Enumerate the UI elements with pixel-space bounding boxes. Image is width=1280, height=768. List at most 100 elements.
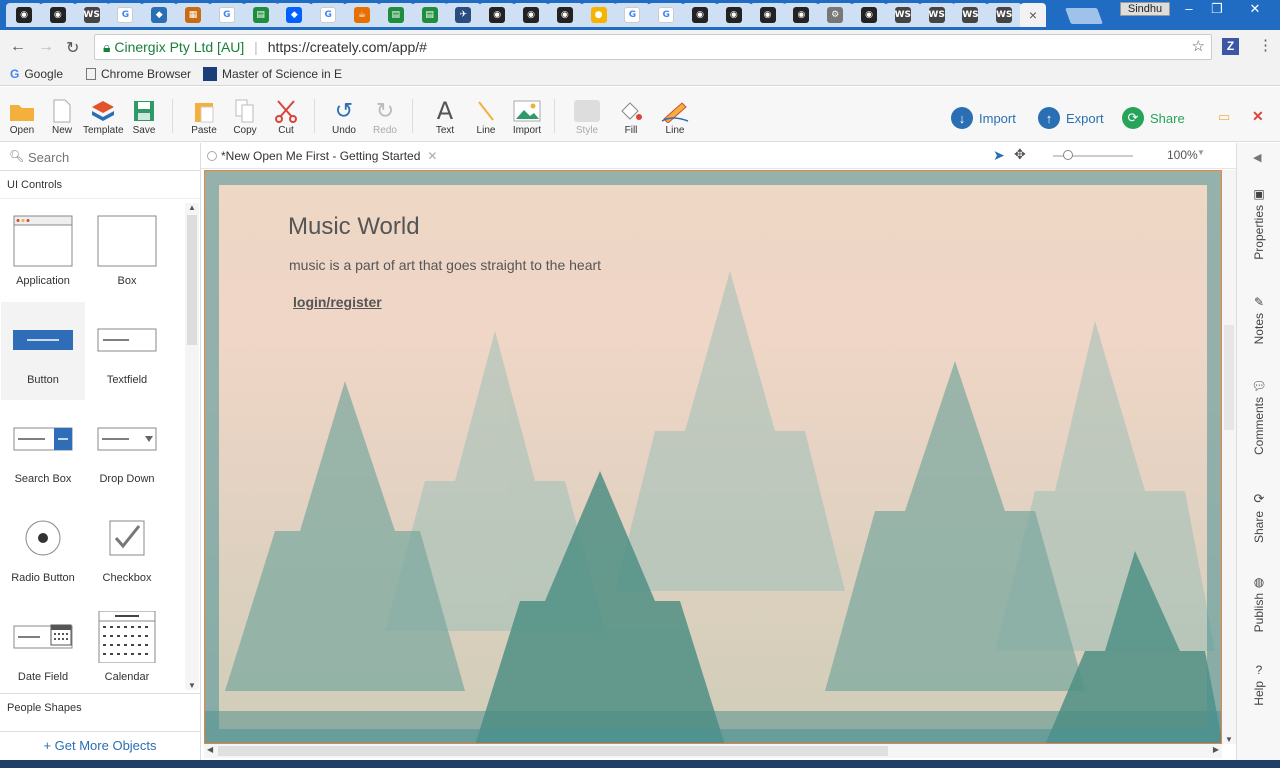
shape-date-field[interactable]: Date Field bbox=[1, 599, 85, 697]
extension-z-icon[interactable]: Z bbox=[1222, 38, 1239, 55]
close-tab-icon[interactable]: ✕ bbox=[427, 149, 437, 163]
browser-tab[interactable]: ⚙ bbox=[817, 3, 854, 27]
shape-box[interactable]: Box bbox=[85, 203, 169, 301]
bookmark-chrome-browser[interactable]: Chrome Browser bbox=[86, 67, 191, 81]
section-people-shapes[interactable]: People Shapes bbox=[0, 693, 200, 721]
browser-tab[interactable]: ◉ bbox=[6, 3, 42, 27]
scroll-right-icon[interactable]: ▶ bbox=[1213, 745, 1219, 754]
browser-tab[interactable]: G bbox=[208, 3, 245, 27]
active-tab-close-icon[interactable]: × bbox=[1020, 3, 1046, 27]
browser-tab[interactable]: WS bbox=[918, 3, 955, 27]
scroll-down-icon[interactable]: ▼ bbox=[1225, 735, 1233, 744]
shape-button[interactable]: Button bbox=[1, 302, 85, 400]
forward-icon[interactable]: → bbox=[38, 38, 54, 56]
line-style-button[interactable]: Line bbox=[655, 97, 695, 136]
bookmark-master-of-science[interactable]: Master of Science in E bbox=[203, 67, 342, 81]
browser-tab[interactable]: G bbox=[614, 3, 651, 27]
browser-tab[interactable]: WS bbox=[73, 3, 110, 27]
browser-tab[interactable]: ✈ bbox=[445, 3, 482, 27]
browser-tab[interactable]: ◉ bbox=[39, 3, 76, 27]
browser-tab[interactable]: ◉ bbox=[749, 3, 786, 27]
shape-drop-down[interactable]: Drop Down bbox=[85, 401, 169, 499]
login-register-link[interactable]: login/register bbox=[293, 294, 382, 310]
redo-button[interactable]: ↻ Redo bbox=[365, 97, 405, 136]
zoom-dropdown-icon[interactable]: ▼ bbox=[1197, 148, 1205, 157]
browser-tab[interactable]: ◉ bbox=[783, 3, 820, 27]
paste-button[interactable]: Paste bbox=[184, 97, 224, 136]
rail-properties[interactable]: ▣ Properties bbox=[1247, 187, 1271, 260]
rail-notes[interactable]: ✎ Notes bbox=[1247, 295, 1271, 344]
browser-tab[interactable]: ◉ bbox=[479, 3, 516, 27]
new-button[interactable]: New bbox=[42, 97, 82, 136]
browser-tab[interactable]: G bbox=[107, 3, 144, 27]
browser-tab[interactable]: ☕︎ bbox=[344, 3, 380, 27]
chrome-menu-icon[interactable]: ⋮ bbox=[1258, 36, 1273, 54]
browser-tab[interactable]: WS bbox=[986, 3, 1023, 27]
restore-icon[interactable]: ▭ bbox=[1218, 109, 1230, 125]
shape-search-input[interactable] bbox=[28, 147, 194, 167]
minimize-button[interactable]: – bbox=[1175, 0, 1203, 18]
get-more-objects-link[interactable]: + Get More Objects bbox=[0, 731, 200, 753]
browser-tab[interactable]: ◉ bbox=[513, 3, 549, 27]
scrollbar-thumb[interactable] bbox=[218, 746, 888, 756]
browser-tab[interactable]: ▤ bbox=[411, 3, 448, 27]
browser-tab[interactable]: G bbox=[310, 3, 347, 27]
export-button[interactable]: ↑ Export bbox=[1038, 107, 1104, 129]
import-image-button[interactable]: Import bbox=[507, 97, 547, 136]
shape-panel-scrollbar[interactable]: ▲ ▼ bbox=[185, 203, 199, 690]
zoom-slider-knob[interactable] bbox=[1063, 150, 1073, 160]
pan-tool-icon[interactable]: ✥ bbox=[1014, 146, 1026, 163]
style-button[interactable]: Style bbox=[567, 97, 607, 136]
fill-button[interactable]: Fill bbox=[611, 97, 651, 136]
document-tab[interactable]: *New Open Me First - Getting Started ✕ bbox=[207, 146, 437, 166]
line-button[interactable]: Line bbox=[466, 97, 506, 136]
canvas-subtitle[interactable]: music is a part of art that goes straigh… bbox=[289, 257, 601, 273]
rail-publish[interactable]: ◍ Publish bbox=[1247, 575, 1271, 632]
zoom-level[interactable]: 100% bbox=[1167, 148, 1198, 162]
reload-icon[interactable]: ↻ bbox=[66, 38, 79, 58]
window-close-button[interactable]: ✕ bbox=[1240, 0, 1270, 18]
browser-tab[interactable]: ◉ bbox=[546, 3, 583, 27]
copy-button[interactable]: Copy bbox=[225, 97, 265, 136]
browser-tab[interactable]: ◆ bbox=[141, 3, 178, 27]
bookmark-star-icon[interactable]: ☆ bbox=[1192, 35, 1205, 59]
scrollbar-thumb[interactable] bbox=[1224, 325, 1234, 430]
canvas-vertical-scrollbar[interactable]: ▼ bbox=[1222, 170, 1236, 744]
cut-button[interactable]: Cut bbox=[266, 97, 306, 136]
shape-radio-button[interactable]: Radio Button bbox=[1, 500, 85, 598]
scroll-up-icon[interactable]: ▲ bbox=[188, 203, 196, 212]
shape-search-box[interactable]: Search Box bbox=[1, 401, 85, 499]
pointer-tool-icon[interactable]: ➤ bbox=[993, 147, 1005, 164]
shape-checkbox[interactable]: Checkbox bbox=[85, 500, 169, 598]
scroll-down-icon[interactable]: ▼ bbox=[188, 681, 196, 690]
rail-help[interactable]: ? Help bbox=[1247, 663, 1271, 706]
browser-tab[interactable]: ▤ bbox=[377, 3, 414, 27]
close-app-icon[interactable]: ✕ bbox=[1252, 108, 1264, 125]
scrollbar-thumb[interactable] bbox=[187, 215, 197, 345]
browser-tab[interactable]: ◉ bbox=[715, 3, 752, 27]
import-button[interactable]: ↓ Import bbox=[951, 107, 1016, 129]
bookmark-google[interactable]: G Google bbox=[10, 67, 63, 81]
shape-calendar[interactable]: Calendar bbox=[85, 599, 169, 697]
new-tab-button[interactable] bbox=[1065, 8, 1103, 24]
back-icon[interactable]: ← bbox=[10, 38, 26, 56]
template-button[interactable]: Template bbox=[83, 97, 124, 136]
browser-tab[interactable]: WS bbox=[884, 3, 921, 27]
diagram-canvas[interactable]: Music World music is a part of art that … bbox=[204, 170, 1222, 744]
url-omnibox[interactable]: 🔒︎ Cinergix Pty Ltd [AU] | https://creat… bbox=[94, 34, 1212, 60]
browser-tab[interactable]: WS bbox=[952, 3, 989, 27]
zoom-slider[interactable] bbox=[1053, 150, 1133, 160]
browser-tab[interactable]: G bbox=[648, 3, 685, 27]
rail-share[interactable]: ⟳ Share bbox=[1247, 491, 1271, 543]
canvas-heading[interactable]: Music World bbox=[288, 213, 420, 241]
browser-tab[interactable]: ▤ bbox=[242, 3, 279, 27]
save-button[interactable]: Save bbox=[124, 97, 164, 136]
open-button[interactable]: Open bbox=[2, 97, 42, 136]
collapse-panel-icon[interactable]: ◀ bbox=[1253, 151, 1261, 164]
browser-tab[interactable]: ● bbox=[580, 3, 617, 27]
canvas-horizontal-scrollbar[interactable]: ◀ ▶ bbox=[204, 744, 1222, 758]
shape-textfield[interactable]: Textfield bbox=[85, 302, 169, 400]
text-button[interactable]: A Text bbox=[425, 97, 465, 136]
undo-button[interactable]: ↺ Undo bbox=[324, 97, 364, 136]
share-button[interactable]: ⟳ Share bbox=[1122, 107, 1185, 129]
